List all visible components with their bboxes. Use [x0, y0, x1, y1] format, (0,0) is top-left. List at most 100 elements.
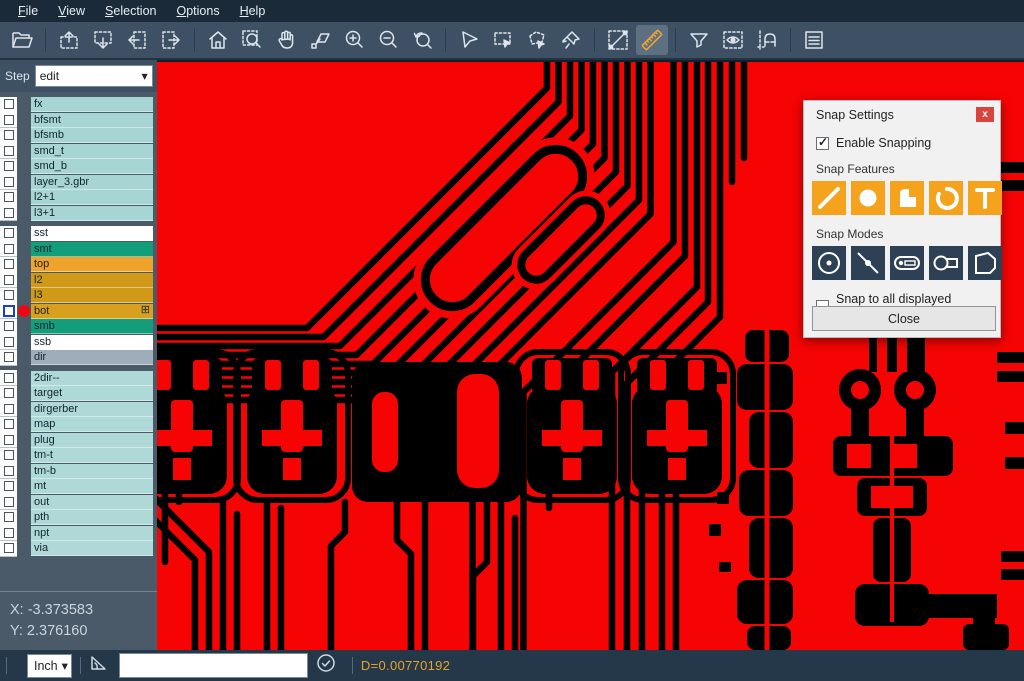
layer-row-l3+1[interactable]: l3+1	[0, 206, 157, 222]
snap-feature-pad-icon[interactable]	[851, 181, 885, 215]
layer-checkbox-dir[interactable]	[4, 352, 14, 362]
layer-checkbox-layer_3.gbr[interactable]	[4, 177, 14, 187]
select-polygon-icon[interactable]	[521, 25, 553, 55]
layer-row-npt[interactable]: npt	[0, 526, 157, 542]
command-input[interactable]	[119, 653, 308, 678]
enable-snapping-checkbox[interactable]	[816, 137, 829, 150]
zoom-window-icon[interactable]	[236, 25, 268, 55]
layer-row-l2[interactable]: l2	[0, 273, 157, 289]
import-right-icon[interactable]	[155, 25, 187, 55]
zoom-selection-icon[interactable]	[304, 25, 336, 55]
layer-row-mt[interactable]: mt	[0, 479, 157, 495]
menu-help[interactable]: Help	[230, 2, 276, 20]
layer-checkbox-via[interactable]	[4, 543, 14, 553]
layer-checkbox-smd_b[interactable]	[4, 161, 14, 171]
layer-checkbox-target[interactable]	[4, 388, 14, 398]
select-cursor-icon[interactable]	[453, 25, 485, 55]
menu-view[interactable]: View	[48, 2, 95, 20]
layer-checkbox-sst[interactable]	[4, 228, 14, 238]
ruler-icon[interactable]	[636, 25, 668, 55]
layer-row-map[interactable]: map	[0, 417, 157, 433]
layer-checkbox-bfsmt[interactable]	[4, 115, 14, 125]
import-down-icon[interactable]	[87, 25, 119, 55]
select-rectangle-icon[interactable]	[487, 25, 519, 55]
snap-mode-slot-outline-icon[interactable]	[929, 246, 963, 280]
layer-checkbox-mt[interactable]	[4, 481, 14, 491]
layer-checkbox-l3[interactable]	[4, 290, 14, 300]
angle-measure-icon[interactable]	[89, 653, 109, 678]
layer-checkbox-bfsmb[interactable]	[4, 130, 14, 140]
layer-row-2dir--[interactable]: 2dir--	[0, 371, 157, 387]
snap-feature-line-icon[interactable]	[812, 181, 846, 215]
layer-form-icon[interactable]	[798, 25, 830, 55]
step-select[interactable]: edit ▾	[35, 65, 153, 87]
snap-feature-arc-icon[interactable]	[929, 181, 963, 215]
layer-checkbox-tm-b[interactable]	[4, 466, 14, 476]
layer-row-out[interactable]: out	[0, 495, 157, 511]
layer-checkbox-l2+1[interactable]	[4, 192, 14, 202]
zoom-in-icon[interactable]	[338, 25, 370, 55]
layer-row-l3[interactable]: l3	[0, 288, 157, 304]
close-button[interactable]: Close	[812, 306, 996, 331]
layer-row-smt[interactable]: smt	[0, 242, 157, 258]
snap-feature-surface-icon[interactable]	[890, 181, 924, 215]
layer-checkbox-2dir--[interactable]	[4, 373, 14, 383]
layer-row-top[interactable]: top	[0, 257, 157, 273]
unit-select[interactable]: Inch ▾	[27, 654, 72, 678]
snap-mode-profile-icon[interactable]	[968, 246, 1002, 280]
layer-checkbox-npt[interactable]	[4, 528, 14, 538]
layer-checkbox-map[interactable]	[4, 419, 14, 429]
layer-checkbox-l3+1[interactable]	[4, 208, 14, 218]
snap-mode-pad-slot-icon[interactable]	[890, 246, 924, 280]
layer-row-layer_3.gbr[interactable]: layer_3.gbr	[0, 175, 157, 191]
snap-mode-center-icon[interactable]	[812, 246, 846, 280]
layer-row-smb[interactable]: smb	[0, 319, 157, 335]
snap-feature-text-icon[interactable]	[968, 181, 1002, 215]
layer-row-sst[interactable]: sst	[0, 226, 157, 242]
layer-row-bfsmt[interactable]: bfsmt	[0, 113, 157, 129]
layer-row-ssb[interactable]: ssb	[0, 335, 157, 351]
layer-row-l2+1[interactable]: l2+1	[0, 190, 157, 206]
layer-checkbox-smb[interactable]	[4, 321, 14, 331]
layer-checkbox-pth[interactable]	[4, 512, 14, 522]
layer-checkbox-bot[interactable]	[3, 305, 15, 317]
layer-row-smd_b[interactable]: smd_b	[0, 159, 157, 175]
layer-row-tm-b[interactable]: tm-b	[0, 464, 157, 480]
layer-row-pth[interactable]: pth	[0, 510, 157, 526]
layer-row-target[interactable]: target	[0, 386, 157, 402]
layer-row-via[interactable]: via	[0, 541, 157, 557]
layer-checkbox-tm-t[interactable]	[4, 450, 14, 460]
import-up-icon[interactable]	[53, 25, 85, 55]
layer-checkbox-top[interactable]	[4, 259, 14, 269]
layer-row-dirgerber[interactable]: dirgerber	[0, 402, 157, 418]
menu-options[interactable]: Options	[166, 2, 229, 20]
layer-checkbox-out[interactable]	[4, 497, 14, 507]
layer-row-fx[interactable]: fx	[0, 97, 157, 113]
layer-row-bfsmb[interactable]: bfsmb	[0, 128, 157, 144]
apply-check-icon[interactable]	[316, 653, 336, 678]
filter-icon[interactable]	[683, 25, 715, 55]
close-icon[interactable]: x	[976, 107, 994, 122]
view-options-icon[interactable]	[717, 25, 749, 55]
layer-row-tm-t[interactable]: tm-t	[0, 448, 157, 464]
zoom-previous-icon[interactable]	[406, 25, 438, 55]
menu-file[interactable]: File	[8, 2, 48, 20]
layer-checkbox-plug[interactable]	[4, 435, 14, 445]
layer-checkbox-l2[interactable]	[4, 275, 14, 285]
zoom-out-icon[interactable]	[372, 25, 404, 55]
snap-magnet-icon[interactable]	[751, 25, 783, 55]
layer-checkbox-smt[interactable]	[4, 244, 14, 254]
layer-row-bot[interactable]: bot⊞	[0, 304, 157, 320]
import-left-icon[interactable]	[121, 25, 153, 55]
menu-selection[interactable]: Selection	[95, 2, 166, 20]
layer-checkbox-fx[interactable]	[4, 99, 14, 109]
measure-distance-icon[interactable]	[602, 25, 634, 55]
layer-checkbox-ssb[interactable]	[4, 337, 14, 347]
layer-checkbox-dirgerber[interactable]	[4, 404, 14, 414]
pan-hand-icon[interactable]	[270, 25, 302, 55]
layer-row-dir[interactable]: dir	[0, 350, 157, 366]
clean-brush-icon[interactable]	[555, 25, 587, 55]
home-icon[interactable]	[202, 25, 234, 55]
layer-row-smd_t[interactable]: smd_t	[0, 144, 157, 160]
snap-mode-point-on-line-icon[interactable]	[851, 246, 885, 280]
